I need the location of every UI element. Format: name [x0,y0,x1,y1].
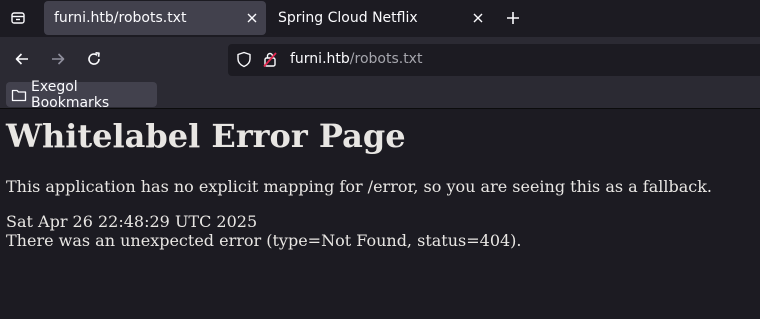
reload-icon [88,52,100,65]
error-timestamp: Sat Apr 26 22:48:29 UTC 2025 [6,212,258,231]
reload-button[interactable] [80,45,108,73]
url-path: /robots.txt [349,51,423,67]
back-button[interactable] [8,45,36,73]
tab-list-icon [11,12,25,24]
error-details: Sat Apr 26 22:48:29 UTC 2025 There was a… [6,212,522,250]
url-host: furni.htb [290,51,350,67]
tab-spring-cloud-netflix[interactable]: Spring Cloud Netflix [268,1,492,35]
close-icon [473,13,483,23]
forward-button[interactable] [44,45,72,73]
close-icon [247,13,257,23]
tab-bar: furni.htb/robots.txt Spring Cloud Netfli… [0,0,760,37]
tab-title: furni.htb/robots.txt [54,10,187,26]
folder-icon [11,89,27,101]
forward-arrow-icon [52,53,65,65]
back-arrow-icon [15,53,28,65]
error-description: There was an unexpected error (type=Not … [6,231,522,250]
site-security-button[interactable] [262,51,278,72]
bookmarks-toolbar: Exegol Bookmarks [0,79,760,111]
plus-icon [507,12,519,24]
new-tab-button[interactable] [500,4,526,32]
tab-robots[interactable]: furni.htb/robots.txt [44,1,266,35]
page-title: Whitelabel Error Page [6,117,406,155]
tab-title: Spring Cloud Netflix [278,10,418,26]
bookmark-label: Exegol Bookmarks [31,78,110,111]
tab-close-button[interactable] [468,8,488,28]
navigation-bar: furni.htb/robots.txt [0,37,760,81]
tab-list-button[interactable] [4,4,32,32]
shield-icon [237,51,251,68]
lock-icon [263,52,277,68]
url-text[interactable]: furni.htb/robots.txt [290,51,422,67]
tracking-protection-button[interactable] [236,51,252,72]
tab-close-button[interactable] [242,8,262,28]
page-content: Whitelabel Error Page This application h… [0,109,760,319]
error-message: This application has no explicit mapping… [6,177,712,196]
url-bar[interactable]: furni.htb/robots.txt [228,44,760,76]
bookmark-folder-exegol[interactable]: Exegol Bookmarks [6,79,157,111]
